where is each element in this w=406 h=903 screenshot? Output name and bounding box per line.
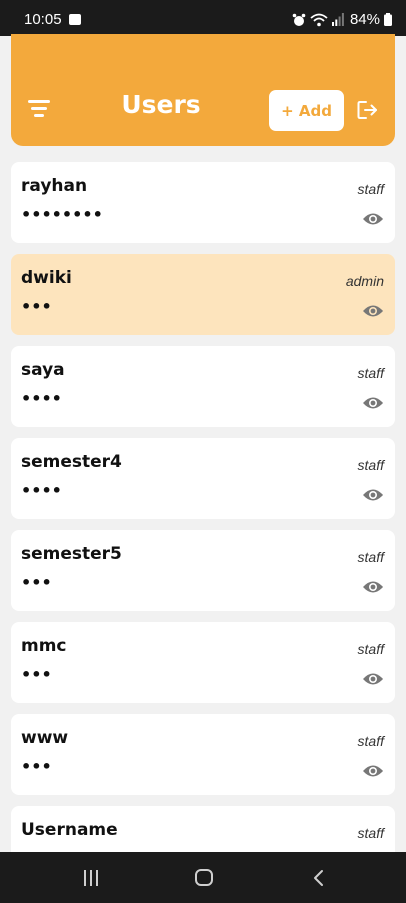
- signal-icon: [331, 13, 344, 26]
- add-user-button[interactable]: + Add: [269, 90, 344, 131]
- user-name: semester5: [21, 544, 122, 564]
- eye-icon[interactable]: [362, 579, 384, 595]
- user-password: ••••: [21, 481, 62, 500]
- user-role: staff: [357, 457, 384, 473]
- eye-icon[interactable]: [362, 671, 384, 687]
- user-name: rayhan: [21, 176, 88, 196]
- eye-icon[interactable]: [362, 211, 384, 227]
- user-name: dwiki: [21, 268, 72, 288]
- alarm-icon: [292, 13, 306, 26]
- user-name: Username: [21, 820, 118, 840]
- user-role: staff: [357, 365, 384, 381]
- user-name: saya: [21, 360, 65, 380]
- gallery-icon: [69, 14, 81, 25]
- user-role: staff: [357, 641, 384, 657]
- page-title: Users: [121, 90, 201, 119]
- home-icon[interactable]: [195, 869, 213, 886]
- eye-icon[interactable]: [362, 395, 384, 411]
- status-icons: 84%: [292, 11, 392, 28]
- eye-icon[interactable]: [362, 303, 384, 319]
- eye-icon[interactable]: [362, 487, 384, 503]
- user-card[interactable]: saya staff ••••: [11, 346, 395, 427]
- battery-percentage: 84%: [349, 11, 380, 28]
- user-password: •••: [21, 573, 52, 592]
- user-role: staff: [357, 181, 384, 197]
- user-password: ••••••••: [21, 205, 103, 224]
- user-name: semester4: [21, 452, 122, 472]
- user-card[interactable]: dwiki admin •••: [11, 254, 395, 335]
- status-bar: 10:05 84%: [0, 0, 406, 36]
- user-card[interactable]: semester5 staff •••: [11, 530, 395, 611]
- user-name: mmc: [21, 636, 67, 656]
- user-name: www: [21, 728, 69, 748]
- wifi-icon: [310, 13, 328, 26]
- eye-icon[interactable]: [362, 763, 384, 779]
- user-card[interactable]: semester4 staff ••••: [11, 438, 395, 519]
- status-time: 10:05: [24, 11, 62, 28]
- user-role: staff: [357, 549, 384, 565]
- user-password: •••: [21, 665, 52, 684]
- user-role: admin: [345, 273, 384, 289]
- logout-icon[interactable]: [355, 98, 379, 122]
- user-password: •••: [21, 297, 52, 316]
- user-role: staff: [357, 733, 384, 749]
- user-card[interactable]: mmc staff •••: [11, 622, 395, 703]
- battery-icon: [384, 13, 392, 26]
- recents-icon[interactable]: [82, 870, 100, 886]
- user-card[interactable]: rayhan staff ••••••••: [11, 162, 395, 243]
- app-header: Users + Add: [11, 34, 395, 146]
- system-nav-bar: [0, 852, 406, 903]
- back-icon[interactable]: [311, 869, 325, 887]
- user-card[interactable]: www staff •••: [11, 714, 395, 795]
- user-password: ••••: [21, 389, 62, 408]
- user-password: •••: [21, 757, 52, 776]
- user-role: staff: [357, 825, 384, 841]
